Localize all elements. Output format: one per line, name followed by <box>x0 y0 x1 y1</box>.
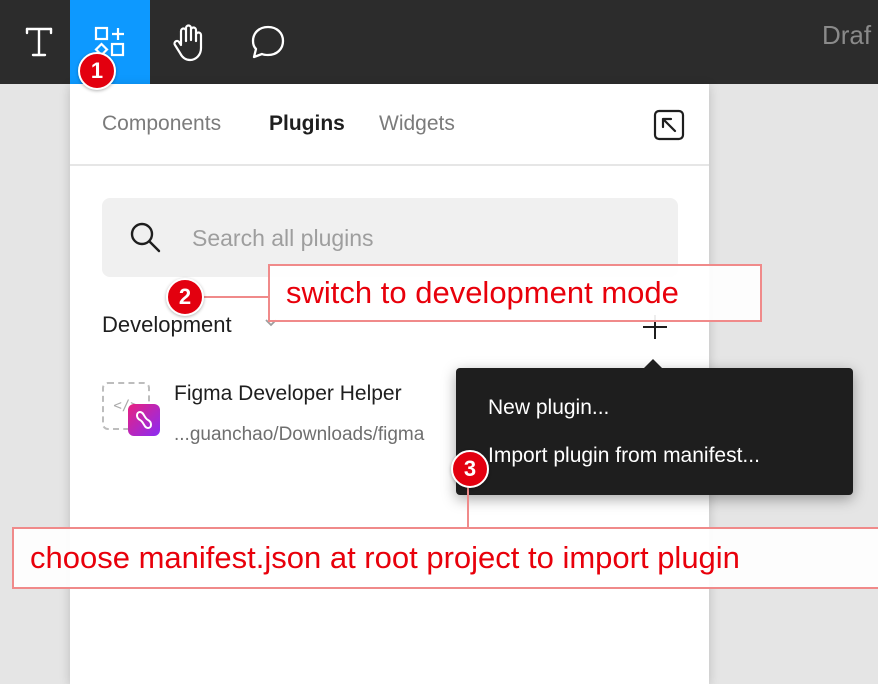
plugin-name: Figma Developer Helper <box>174 382 402 405</box>
menu-item-new-plugin[interactable]: New plugin... <box>488 396 609 420</box>
annotation-connector <box>467 486 469 528</box>
annotation-badge-3: 3 <box>451 450 489 488</box>
panel-tabs: Components Plugins Widgets <box>70 84 709 166</box>
hand-tool-button[interactable] <box>150 0 228 84</box>
menu-item-import-manifest[interactable]: Import plugin from manifest... <box>488 444 760 468</box>
annotation-connector <box>195 296 268 298</box>
comment-icon <box>251 25 285 59</box>
tab-components[interactable]: Components <box>102 112 221 136</box>
text-icon <box>25 27 53 57</box>
top-toolbar: Draf <box>0 0 878 84</box>
tab-plugins[interactable]: Plugins <box>269 112 345 136</box>
annotation-note-import: choose manifest.json at root project to … <box>12 527 878 589</box>
collapse-arrow-icon <box>653 109 685 141</box>
search-input[interactable] <box>190 216 664 260</box>
add-plugin-menu: New plugin... Import plugin from manifes… <box>456 359 853 495</box>
tab-widgets[interactable]: Widgets <box>379 112 455 136</box>
development-section-dropdown[interactable]: Development <box>102 312 232 338</box>
annotation-badge-1: 1 <box>78 52 116 90</box>
collapse-panel-button[interactable] <box>652 108 686 142</box>
plugin-path: ...guanchao/Downloads/figma <box>174 424 425 445</box>
annotation-note-dev-mode: switch to development mode <box>268 264 762 322</box>
annotation-badge-2: 2 <box>166 278 204 316</box>
file-title: Draf <box>822 20 872 50</box>
search-icon <box>130 222 161 253</box>
hand-icon <box>173 24 203 62</box>
plugin-logo-icon <box>128 404 160 436</box>
comment-tool-button[interactable] <box>229 0 307 84</box>
text-tool-button[interactable] <box>0 0 78 84</box>
